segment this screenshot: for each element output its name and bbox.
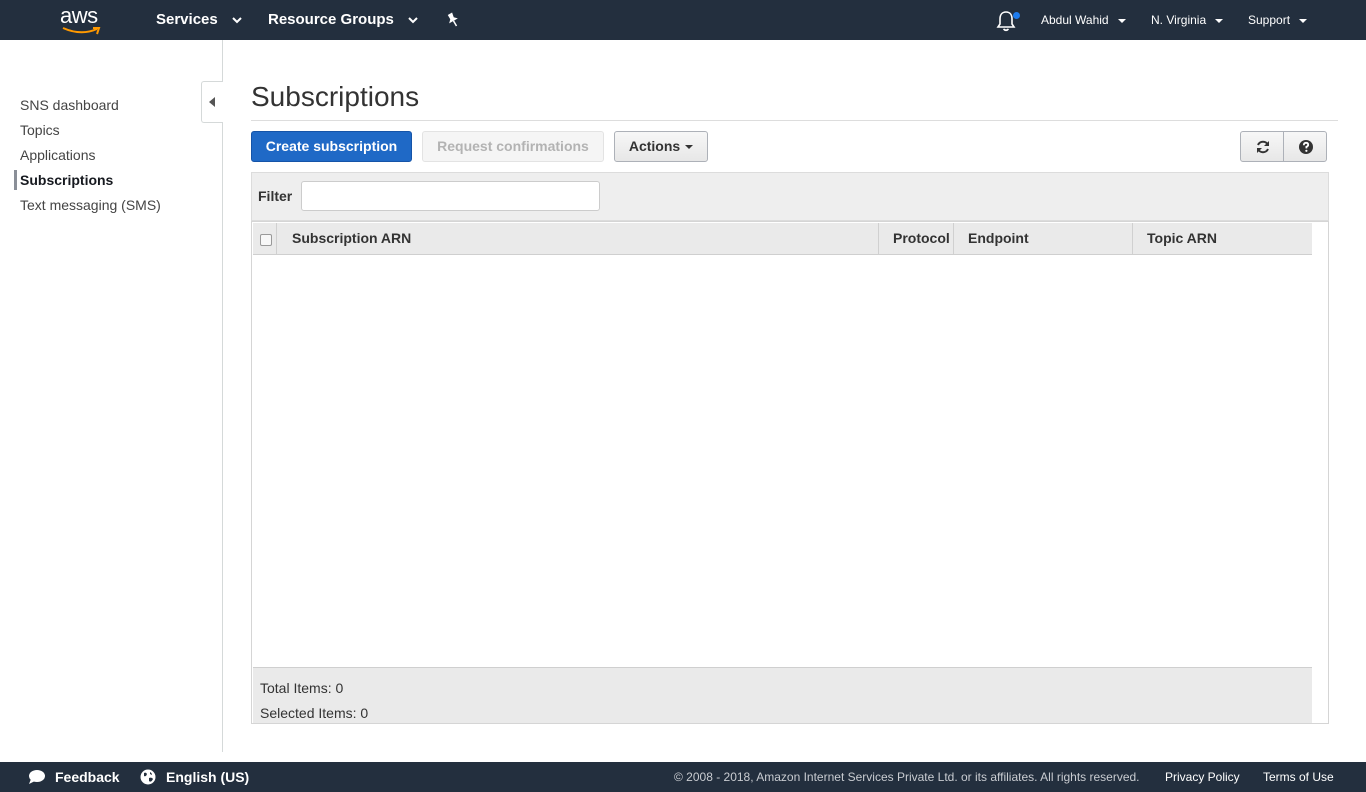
column-header-protocol[interactable]: Protocol xyxy=(879,223,954,254)
sidebar-item-text-messaging[interactable]: Text messaging (SMS) xyxy=(20,197,161,213)
help-button[interactable] xyxy=(1283,131,1327,162)
language-label: English (US) xyxy=(166,769,250,785)
caret-down-icon xyxy=(685,145,694,150)
pin-icon[interactable] xyxy=(445,12,461,28)
filter-label: Filter xyxy=(258,188,293,204)
aws-logo[interactable]: aws xyxy=(60,3,104,35)
language-selector[interactable]: English (US) xyxy=(140,762,249,792)
top-navigation-bar: aws Services Resource Groups Abdul Wahid… xyxy=(0,0,1366,40)
select-all-checkbox[interactable] xyxy=(260,234,272,246)
filter-bar: Filter xyxy=(251,172,1329,221)
feedback-label: Feedback xyxy=(55,769,120,785)
feedback-button[interactable]: Feedback xyxy=(28,762,120,792)
refresh-icon xyxy=(1257,140,1269,154)
resource-groups-label: Resource Groups xyxy=(268,11,394,28)
sidebar: SNS dashboard Topics Applications Subscr… xyxy=(0,40,223,752)
bottom-bar: Feedback English (US) © 2008 - 2018, Ama… xyxy=(0,762,1366,792)
column-header-topic-arn[interactable]: Topic ARN xyxy=(1133,223,1312,254)
copyright-text: © 2008 - 2018, Amazon Internet Services … xyxy=(674,770,1140,784)
services-menu[interactable]: Services xyxy=(156,0,242,40)
table-footer: Total Items: 0 Selected Items: 0 xyxy=(253,667,1312,723)
chevron-down-icon xyxy=(232,16,242,23)
selected-items-count: Selected Items: 0 xyxy=(260,705,369,721)
aws-logo-text: aws xyxy=(60,3,98,28)
caret-down-icon xyxy=(1215,18,1224,23)
account-menu[interactable]: Abdul Wahid xyxy=(1041,0,1126,40)
filter-input[interactable] xyxy=(301,181,600,211)
globe-icon xyxy=(140,769,156,785)
region-name: N. Virginia xyxy=(1151,13,1207,27)
total-items-count: Total Items: 0 xyxy=(260,680,344,696)
divider xyxy=(251,120,1338,121)
caret-down-icon xyxy=(1117,18,1126,23)
caret-down-icon xyxy=(1299,18,1308,23)
speech-bubble-icon xyxy=(29,770,45,784)
support-menu[interactable]: Support xyxy=(1248,0,1308,40)
region-menu[interactable]: N. Virginia xyxy=(1151,0,1224,40)
page-title: Subscriptions xyxy=(251,81,420,112)
sidebar-item-sns-dashboard[interactable]: SNS dashboard xyxy=(20,97,119,113)
actions-label: Actions xyxy=(628,138,681,154)
notification-badge xyxy=(1013,12,1020,19)
support-label: Support xyxy=(1248,13,1291,27)
privacy-policy-link[interactable]: Privacy Policy xyxy=(1165,762,1240,792)
column-header-subscription-arn[interactable]: Subscription ARN xyxy=(278,223,879,254)
actions-dropdown-button[interactable]: Actions xyxy=(614,131,708,162)
sidebar-item-subscriptions[interactable]: Subscriptions xyxy=(20,172,113,188)
active-indicator xyxy=(14,170,17,190)
resource-groups-menu[interactable]: Resource Groups xyxy=(268,0,418,40)
sidebar-item-topics[interactable]: Topics xyxy=(20,122,60,138)
help-icon xyxy=(1299,140,1313,154)
account-name: Abdul Wahid xyxy=(1041,13,1109,27)
refresh-button[interactable] xyxy=(1240,131,1284,162)
create-subscription-button[interactable]: Create subscription xyxy=(251,131,412,162)
aws-smile-icon xyxy=(62,27,101,35)
subscriptions-table: Subscription ARN Protocol Endpoint Topic… xyxy=(251,221,1329,724)
notifications-bell-icon[interactable] xyxy=(996,10,1020,32)
table-header: Subscription ARN Protocol Endpoint Topic… xyxy=(253,223,1312,255)
services-label: Services xyxy=(156,11,218,28)
sidebar-item-applications[interactable]: Applications xyxy=(20,147,96,163)
chevron-down-icon xyxy=(408,16,418,23)
request-confirmations-button[interactable]: Request confirmations xyxy=(422,131,604,162)
select-all-column xyxy=(253,223,277,254)
collapse-arrow-icon xyxy=(209,97,215,107)
sidebar-collapse-button[interactable] xyxy=(201,81,223,123)
terms-of-use-link[interactable]: Terms of Use xyxy=(1263,762,1334,792)
column-header-endpoint[interactable]: Endpoint xyxy=(954,223,1133,254)
